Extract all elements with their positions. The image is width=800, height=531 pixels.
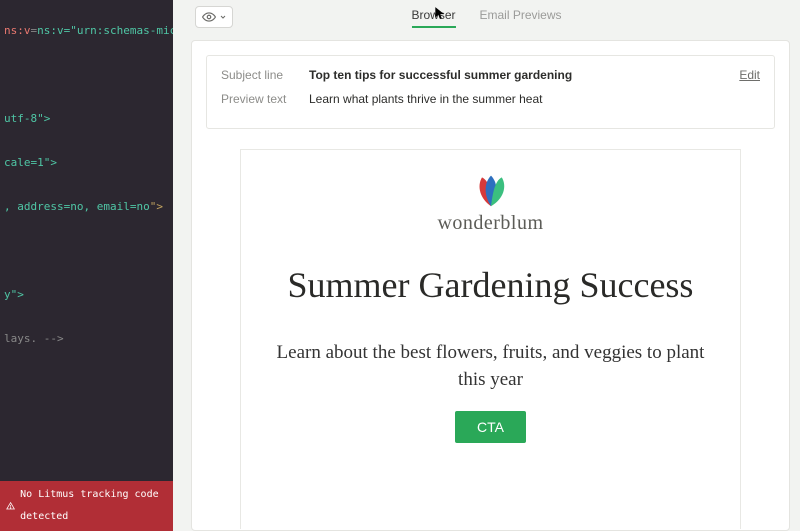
brand-logo: wonderblum	[271, 172, 710, 235]
tracking-warning-bar: No Litmus tracking code detected	[0, 481, 173, 531]
code-line: lays. -->	[0, 328, 173, 350]
code-line: ns:v=ns:v="urn:schemas-microsoft-	[0, 20, 173, 42]
subject-line-label: Subject line	[221, 68, 295, 82]
cta-button[interactable]: CTA	[455, 411, 526, 443]
chevron-down-icon	[219, 13, 227, 21]
preview-text-label: Preview text	[221, 92, 295, 106]
tab-email-previews[interactable]: Email Previews	[479, 8, 561, 28]
visibility-dropdown-button[interactable]	[195, 6, 233, 28]
preview-stage: Subject line Top ten tips for successful…	[191, 40, 790, 531]
code-line: y">	[0, 284, 173, 306]
subject-line-value: Top ten tips for successful summer garde…	[309, 68, 572, 82]
code-line: cale=1">	[0, 152, 173, 174]
tracking-warning-text: No Litmus tracking code detected	[20, 484, 167, 528]
code-editor-panel: ns:v=ns:v="urn:schemas-microsoft- utf-8"…	[0, 0, 173, 531]
code-line: utf-8">	[0, 108, 173, 130]
warning-icon	[6, 500, 15, 512]
code-line: , address=no, email=no">	[0, 196, 173, 218]
email-subheadline: Learn about the best flowers, fruits, an…	[271, 340, 710, 393]
subject-preview-card: Subject line Top ten tips for successful…	[206, 55, 775, 129]
preview-panel: Browser Email Previews Subject line Top …	[173, 0, 800, 531]
email-headline: Summer Gardening Success	[271, 263, 710, 308]
tab-browser[interactable]: Browser	[411, 8, 455, 28]
brand-name: wonderblum	[437, 212, 543, 235]
petal-logo-icon	[464, 172, 518, 208]
eye-icon	[202, 10, 216, 24]
edit-link[interactable]: Edit	[739, 68, 760, 82]
email-preview-body: wonderblum Summer Gardening Success Lear…	[240, 149, 741, 529]
preview-tabs: Browser Email Previews	[411, 8, 561, 28]
preview-toolbar: Browser Email Previews	[173, 0, 800, 34]
preview-text-value: Learn what plants thrive in the summer h…	[309, 92, 542, 106]
